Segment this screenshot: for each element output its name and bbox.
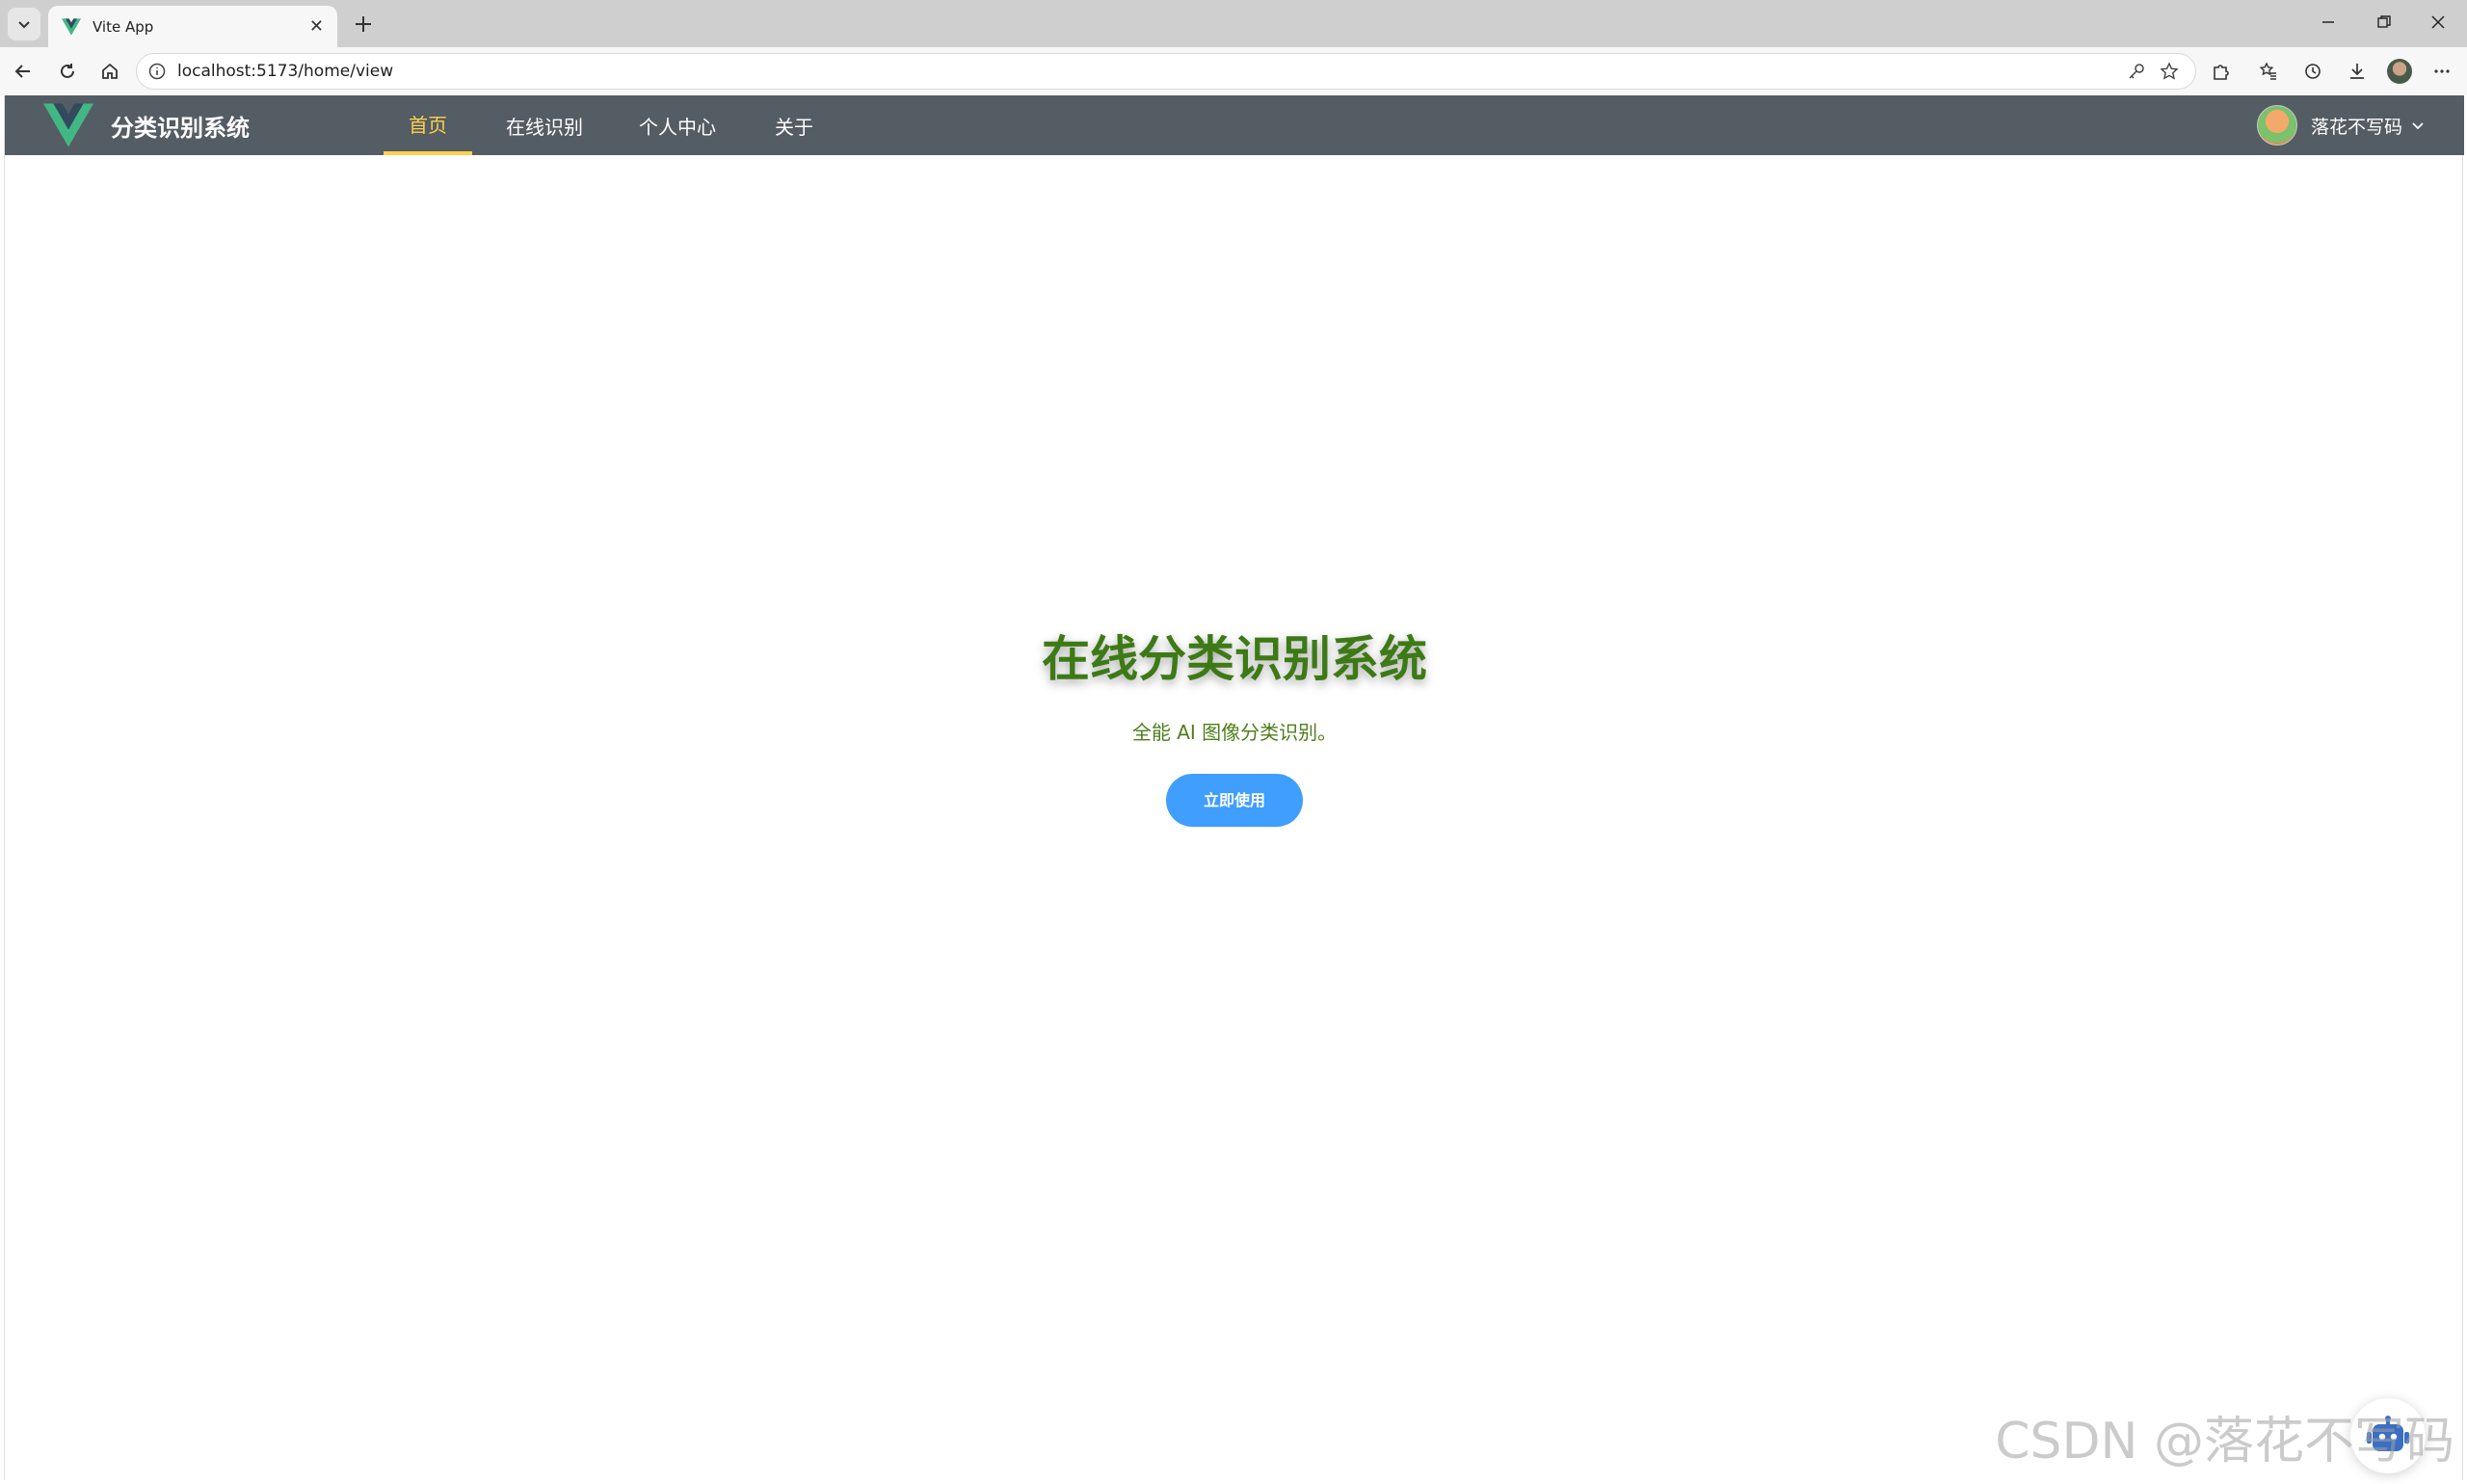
- user-menu[interactable]: 落花不写码: [2256, 103, 2426, 147]
- password-key-icon[interactable]: [2122, 57, 2151, 86]
- arrow-left-icon: [14, 65, 30, 78]
- more-horizontal-icon: [2434, 69, 2450, 73]
- minimize-icon: [2322, 21, 2334, 23]
- favorite-star-icon[interactable]: [2155, 57, 2184, 86]
- brand[interactable]: 分类识别系统: [43, 101, 250, 149]
- chevron-down-icon: [2412, 122, 2424, 130]
- new-tab-button[interactable]: [349, 10, 378, 39]
- back-button[interactable]: [8, 56, 39, 87]
- downloads-button[interactable]: [2342, 56, 2373, 87]
- nav-item-personal-center[interactable]: 个人中心: [620, 95, 735, 155]
- browser-tab[interactable]: Vite App ✕: [48, 6, 337, 47]
- history-button[interactable]: [2297, 56, 2328, 87]
- url-text: localhost:5173/home/view: [177, 62, 394, 81]
- avatar: [2256, 105, 2297, 146]
- nav-item-online-recognition[interactable]: 在线识别: [487, 95, 602, 155]
- chevron-down-icon: [18, 21, 30, 29]
- reload-button[interactable]: [52, 56, 83, 87]
- minimize-button[interactable]: [2301, 6, 2355, 39]
- favorites-button[interactable]: [2253, 56, 2284, 87]
- restore-button[interactable]: [2357, 6, 2411, 39]
- vue-logo-icon: [62, 17, 81, 36]
- home-button[interactable]: [94, 56, 125, 87]
- favorites-list-icon: [2259, 62, 2276, 80]
- hero-title: 在线分类识别系统: [1042, 631, 1427, 687]
- plus-icon: [356, 16, 371, 32]
- app-viewport: 分类识别系统 首页 在线识别 个人中心 关于 落花不写码 在线分类识别系统 全能…: [4, 95, 2464, 1480]
- profile-avatar: [2387, 59, 2412, 84]
- info-icon: [148, 63, 166, 80]
- browser-toolbar: localhost:5173/home/view: [0, 47, 2467, 95]
- nav-item-home[interactable]: 首页: [384, 95, 472, 155]
- start-using-button[interactable]: 立即使用: [1166, 774, 1303, 827]
- restore-icon: [2377, 15, 2391, 28]
- reload-icon: [61, 64, 74, 78]
- puzzle-icon: [2214, 65, 2229, 80]
- top-navbar: 分类识别系统 首页 在线识别 个人中心 关于 落花不写码: [5, 95, 2464, 155]
- browser-tab-strip: Vite App ✕: [0, 0, 2467, 47]
- history-icon: [2305, 64, 2321, 79]
- tab-actions-button[interactable]: [8, 8, 40, 40]
- close-window-button[interactable]: [2411, 6, 2465, 39]
- vue-logo-icon: [43, 103, 93, 147]
- hero-section: 在线分类识别系统 全能 AI 图像分类识别。 立即使用: [5, 621, 2464, 827]
- download-icon: [2350, 64, 2364, 79]
- username: 落花不写码: [2310, 116, 2402, 138]
- hero-subtitle: 全能 AI 图像分类识别。: [1131, 721, 1338, 744]
- extensions-button[interactable]: [2205, 56, 2236, 87]
- home-icon: [102, 63, 118, 79]
- settings-more-button[interactable]: [2427, 56, 2457, 87]
- tab-title: Vite App: [93, 17, 154, 36]
- close-icon: [2431, 15, 2445, 29]
- profile-button[interactable]: [2384, 56, 2415, 87]
- brand-title: 分类识别系统: [111, 114, 250, 142]
- address-bar[interactable]: localhost:5173/home/view: [136, 53, 2196, 90]
- nav-item-about[interactable]: 关于: [753, 95, 836, 155]
- close-tab-icon[interactable]: ✕: [309, 16, 324, 37]
- csdn-watermark: CSDN @落花不写码: [1995, 1413, 2454, 1471]
